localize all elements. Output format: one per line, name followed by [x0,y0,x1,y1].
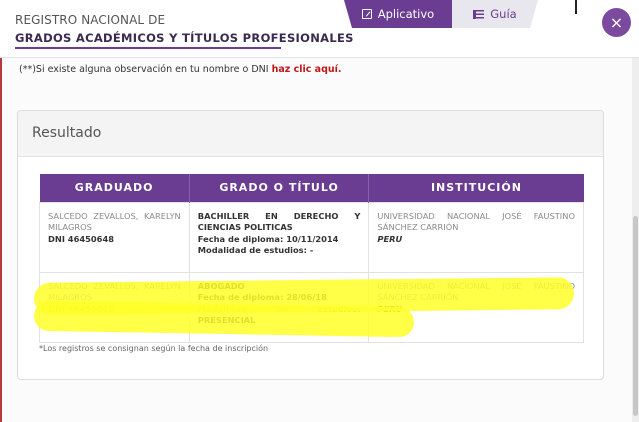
diploma-date: Fecha de diploma: 10/11/2014 [197,233,339,244]
list-icon [473,10,484,19]
degree-cell: BACHILLER EN DERECHO Y CIENCIAS POLITICA… [188,201,370,273]
institution-country: PERU [377,233,403,244]
graduate-dni: DNI 46450648 [48,303,114,314]
result-panel: Resultado GRADUADO GRADO O TÍTULO INSTIT… [17,110,604,380]
diploma-date: Fecha de diploma: 28/06/18 [197,292,327,302]
study-modality: Modalidad de estudios: - [197,245,314,255]
table-header-row: GRADUADO GRADO O TÍTULO INSTITUCIÓN [39,174,584,202]
institution-country: PERU [377,303,403,314]
observation-notice: (**)Si existe alguna observación en tu n… [19,64,342,75]
observation-text: (**)Si existe alguna observación en tu n… [19,64,272,75]
close-button[interactable]: × [602,8,631,37]
institution-name: UNIVERSIDAD NACIONAL JOSÉ FAUSTINO SÁNCH… [377,210,575,233]
close-icon: × [609,13,624,32]
study-modality: Modalidad de estudios: PRESENCIAL [197,303,361,326]
degree-cell: ABOGADO Fecha de diploma: 28/06/18 Modal… [188,271,370,343]
degree-name: BACHILLER EN DERECHO Y CIENCIAS POLITICA… [197,210,361,233]
institution-cell: UNIVERSIDAD NACIONAL JOSÉ FAUSTINO SÁNCH… [368,201,584,273]
degree-name: ABOGADO [197,280,245,291]
graduate-cell: SALCEDO ZEVALLOS, KARELYN MILAGROS DNI 4… [39,201,190,273]
scrollbar[interactable] [632,58,639,422]
footnote: *Los registros se consignan según la fec… [39,344,269,353]
graduate-name: SALCEDO ZEVALLOS, KARELYN MILAGROS [48,280,181,303]
tab-guia[interactable]: Guía [452,0,538,28]
institution-name: UNIVERSIDAD NACIONAL JOSÉ FAUSTINO SÁNCH… [377,280,575,303]
tab-bar: Aplicativo Guía [344,0,538,28]
tab-guia-label: Guía [490,7,517,21]
column-header-graduado: GRADUADO [39,174,190,202]
column-header-institucion: INSTITUCIÓN [368,174,584,202]
observation-link[interactable]: haz clic aquí. [272,64,342,75]
registry-subtitle[interactable]: GRADOS ACADÉMICOS Y TÍTULOS PROFESIONALE… [15,31,354,45]
result-title: Resultado [18,111,603,157]
institution-cell: UNIVERSIDAD NACIONAL JOSÉ FAUSTINO SÁNCH… [368,271,584,343]
graduate-cell: SALCEDO ZEVALLOS, KARELYN MILAGROS DNI 4… [39,271,190,343]
scrollbar-thumb[interactable] [633,216,638,416]
graduate-dni: DNI 46450648 [48,233,114,244]
subtitle-underline [15,47,281,49]
table-row: SALCEDO ZEVALLOS, KARELYN MILAGROS DNI 4… [39,201,584,273]
table-row: SALCEDO ZEVALLOS, KARELYN MILAGROS DNI 4… [39,271,584,343]
graduate-name: SALCEDO ZEVALLOS, KARELYN MILAGROS [48,210,181,233]
edit-icon [361,9,372,19]
registry-name: REGISTRO NACIONAL DE [15,13,166,27]
column-header-grado: GRADO O TÍTULO [189,174,370,202]
tab-aplicativo-label: Aplicativo [377,7,435,21]
app-header: REGISTRO NACIONAL DE GRADOS ACADÉMICOS Y… [0,0,639,58]
tab-aplicativo[interactable]: Aplicativo [344,0,452,28]
divider-mark [575,0,577,14]
results-table: GRADUADO GRADO O TÍTULO INSTITUCIÓN SALC… [39,174,584,343]
